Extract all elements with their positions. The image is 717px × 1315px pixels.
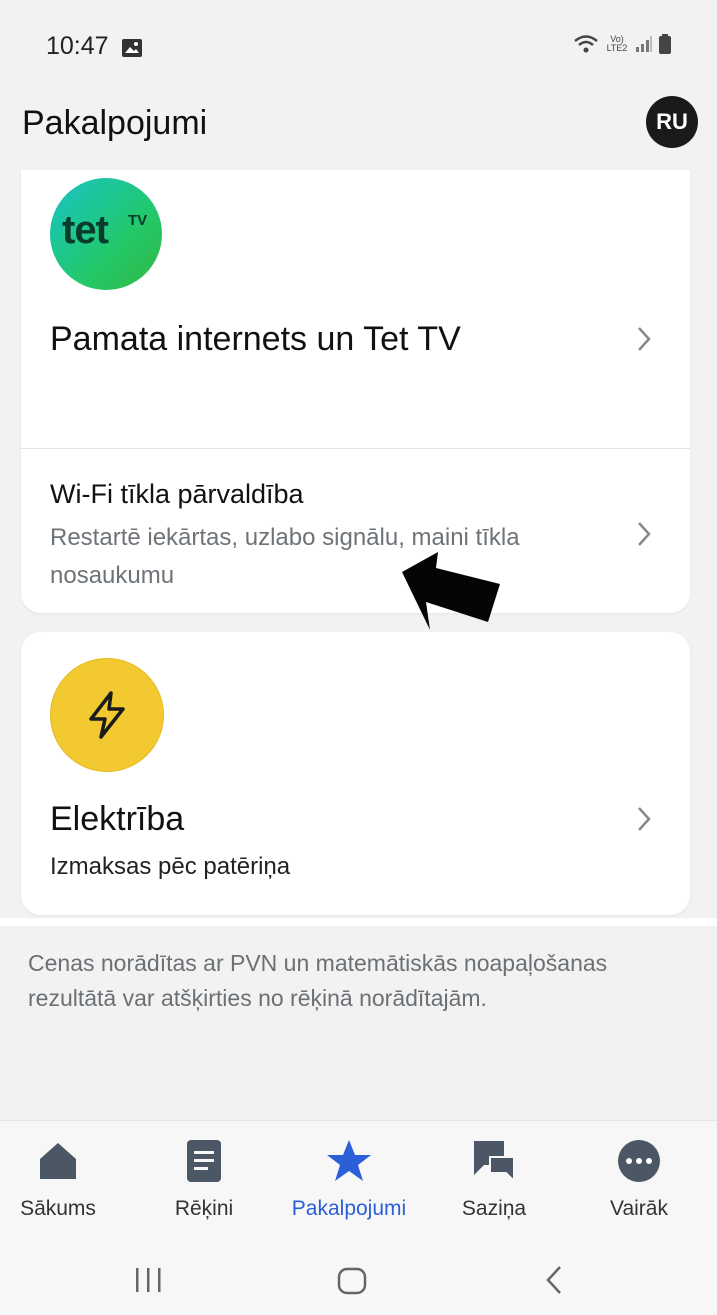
pointer-arrow-icon bbox=[402, 552, 500, 630]
divider bbox=[0, 918, 717, 926]
status-indicators: Vo) LTE2 bbox=[573, 34, 671, 54]
more-icon bbox=[618, 1140, 660, 1182]
price-note: Cenas norādītas ar PVN un matemātiskās n… bbox=[28, 950, 608, 1011]
chevron-right-icon bbox=[638, 807, 651, 831]
chat-icon bbox=[474, 1141, 515, 1184]
wifi-icon bbox=[574, 35, 598, 53]
signal-icon bbox=[636, 36, 652, 52]
service-title: Pamata internets un Tet TV bbox=[50, 320, 461, 358]
app-header: Pakalpojumi bbox=[0, 90, 717, 160]
status-bar: 10:47 Vo) LTE2 bbox=[0, 0, 717, 80]
status-time: 10:47 bbox=[46, 32, 109, 60]
page-title: Pakalpojumi bbox=[22, 104, 208, 142]
chevron-right-icon bbox=[638, 327, 651, 351]
chevron-right-icon bbox=[638, 522, 651, 546]
service-row-internet-tv[interactable]: Pamata internets un Tet TV bbox=[21, 170, 690, 448]
recent-apps-icon[interactable] bbox=[133, 1266, 165, 1294]
service-card-internet-tv: tet TV Pamata internets un Tet TV Wi-Fi … bbox=[21, 170, 690, 613]
nav-item-vairak[interactable]: Vairāk bbox=[569, 1133, 709, 1221]
image-notification-icon bbox=[122, 39, 142, 57]
system-navigation-bar bbox=[0, 1250, 717, 1310]
lightning-icon bbox=[50, 658, 164, 772]
home-icon bbox=[40, 1143, 76, 1179]
service-title: Elektrība bbox=[50, 800, 185, 838]
back-icon[interactable] bbox=[542, 1264, 566, 1296]
home-button-icon[interactable] bbox=[336, 1266, 368, 1296]
battery-icon bbox=[659, 34, 671, 54]
document-icon bbox=[187, 1140, 221, 1182]
nav-item-rekini[interactable]: Rēķini bbox=[134, 1133, 274, 1221]
nav-item-sakums[interactable]: Sākums bbox=[0, 1133, 128, 1221]
nav-item-pakalpojumi[interactable]: Pakalpojumi bbox=[279, 1133, 419, 1221]
wifi-management-description: Restartē iekārtas, uzlabo signālu, maini… bbox=[50, 524, 520, 589]
network-type-label: Vo) LTE2 bbox=[606, 34, 628, 53]
wifi-management-row[interactable]: Wi-Fi tīkla pārvaldība Restartē iekārtas… bbox=[21, 449, 690, 613]
star-icon bbox=[327, 1140, 371, 1181]
wifi-management-title: Wi-Fi tīkla pārvaldība bbox=[50, 479, 304, 509]
service-card-electricity[interactable]: Elektrība Izmaksas pēc patēriņa bbox=[21, 632, 690, 915]
avatar[interactable]: RU bbox=[646, 96, 698, 148]
nav-item-sazina[interactable]: Saziņa bbox=[424, 1133, 564, 1221]
service-description: Izmaksas pēc patēriņa bbox=[50, 853, 291, 880]
